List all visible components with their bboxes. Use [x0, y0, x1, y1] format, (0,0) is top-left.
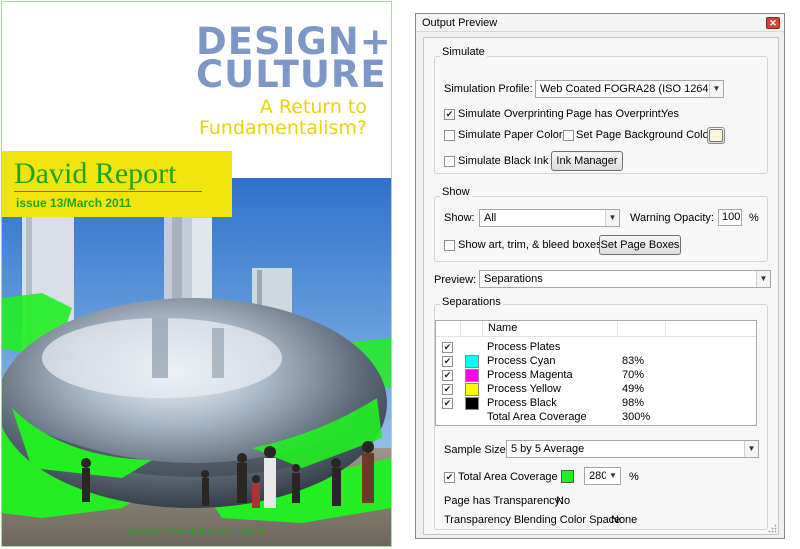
magazine-cover-preview: DESIGN+ CULTURE A Return to Fundamentali…	[1, 1, 392, 547]
coverage-limit-unit: %	[629, 471, 639, 483]
simulation-profile-value: Web Coated FOGRA28 (ISO 12647-2:2004)	[540, 83, 723, 95]
column-header-name[interactable]: Name	[483, 321, 618, 337]
resize-grip-icon[interactable]	[768, 524, 777, 533]
show-label: Show:	[444, 212, 475, 224]
dialog-content: Simulate Simulation Profile: Web Coated …	[423, 37, 779, 535]
blending-color-space-label: Transparency Blending Color Space:	[444, 514, 624, 526]
chevron-down-icon: ▼	[744, 441, 758, 457]
chevron-down-icon: ▼	[605, 210, 619, 226]
column-header-swatch[interactable]	[461, 321, 483, 337]
set-page-boxes-button[interactable]: Set Page Boxes	[599, 235, 681, 255]
screenshot-root: DESIGN+ CULTURE A Return to Fundamentali…	[0, 0, 800, 549]
simulate-paper-color-checkbox[interactable]	[444, 130, 455, 141]
page-background-swatch	[709, 129, 723, 142]
sample-size-select[interactable]: 5 by 5 Average ▼	[506, 440, 759, 458]
column-header-check[interactable]	[436, 321, 461, 337]
blending-color-space-value: None	[611, 514, 638, 526]
coverage-limit-select[interactable]: 280 ▼	[584, 467, 621, 485]
chevron-down-icon: ▼	[709, 81, 723, 97]
simulation-profile-label: Simulation Profile:	[444, 83, 533, 95]
simulate-overprinting-label: Simulate Overprinting	[458, 108, 564, 120]
separations-list: Name ✔ Process Plates ✔ Process Cyan 83%…	[435, 320, 757, 426]
color-swatch	[465, 355, 479, 368]
coverage-limit-value: 280	[589, 470, 608, 482]
total-area-coverage-checkbox[interactable]: ✔	[444, 472, 455, 483]
separation-name: Total Area Coverage	[487, 411, 587, 423]
show-boxes-label: Show art, trim, & bleed boxes	[458, 239, 602, 251]
simulate-black-ink-label: Simulate Black Ink	[458, 155, 549, 167]
separations-list-header: Name	[436, 321, 756, 337]
simulation-profile-select[interactable]: Web Coated FOGRA28 (ISO 12647-2:2004) ▼	[535, 80, 724, 98]
cover-banner-title: David Report	[14, 157, 177, 190]
separation-percent: 70%	[622, 369, 645, 381]
row-checkbox[interactable]: ✔	[442, 370, 453, 381]
preview-value: Separations	[484, 273, 543, 285]
separation-percent: 98%	[622, 397, 645, 409]
color-swatch	[465, 383, 479, 396]
column-header-percent[interactable]	[618, 321, 666, 337]
cover-title-line2: CULTURE	[196, 53, 387, 96]
sample-size-value: 5 by 5 Average	[511, 443, 585, 455]
separations-group-title: Separations	[440, 296, 503, 308]
table-row[interactable]: ✔ Process Yellow 49%	[436, 383, 756, 397]
ink-manager-button[interactable]: Ink Manager	[551, 151, 623, 171]
table-row[interactable]: ✔ Process Magenta 70%	[436, 369, 756, 383]
separation-percent: 83%	[622, 355, 645, 367]
cover-footer: YOUR PATHFINDER INTO THE FUTURE	[126, 529, 267, 536]
row-checkbox[interactable]: ✔	[442, 356, 453, 367]
page-background-color-button[interactable]	[707, 127, 725, 144]
page-has-transparency-value: No	[556, 495, 571, 507]
separation-name: Process Yellow	[487, 383, 561, 395]
page-has-overprint-value: Yes	[661, 108, 679, 120]
separation-name: Process Black	[487, 397, 557, 409]
table-row[interactable]: ✔ Process Plates	[436, 341, 756, 355]
close-icon[interactable]: ✕	[766, 17, 780, 29]
set-page-background-label: Set Page Background Color	[576, 129, 713, 141]
separation-percent: 49%	[622, 383, 645, 395]
row-checkbox[interactable]: ✔	[442, 398, 453, 409]
page-has-overprint-label: Page has Overprint:	[566, 108, 664, 120]
table-row[interactable]: Total Area Coverage 300%	[436, 411, 756, 425]
dialog-title: Output Preview	[422, 17, 498, 29]
set-page-background-checkbox[interactable]	[563, 130, 574, 141]
separation-name: Process Cyan	[487, 355, 556, 367]
chevron-down-icon: ▼	[606, 468, 620, 484]
preview-select[interactable]: Separations ▼	[479, 270, 771, 288]
color-swatch	[465, 397, 479, 410]
show-boxes-checkbox[interactable]	[444, 240, 455, 251]
simulate-group-title: Simulate	[440, 46, 487, 58]
warning-opacity-label: Warning Opacity:	[630, 212, 714, 224]
warning-opacity-unit: %	[749, 212, 759, 224]
cover-subtitle-line2: Fundamentalism?	[198, 117, 367, 139]
page-has-transparency-label: Page has Transparency:	[444, 495, 564, 507]
coverage-warning-color-button[interactable]	[561, 470, 574, 483]
cover-banner-issue: issue 13/March 2011	[16, 196, 132, 210]
simulate-black-ink-checkbox[interactable]	[444, 156, 455, 167]
simulate-overprinting-checkbox[interactable]: ✔	[444, 109, 455, 120]
sample-size-label: Sample Size:	[444, 444, 509, 456]
table-row[interactable]: ✔ Process Black 98%	[436, 397, 756, 411]
show-select[interactable]: All ▼	[479, 209, 620, 227]
cover-banner: David Report issue 13/March 2011	[2, 151, 232, 217]
color-swatch	[465, 369, 479, 382]
cover-photo-cloud-gate	[2, 178, 391, 546]
warning-opacity-input[interactable]: 100	[718, 209, 742, 226]
separation-percent: 300%	[622, 411, 651, 423]
cover-subtitle-line1: A Return to	[259, 96, 367, 118]
row-checkbox[interactable]: ✔	[442, 342, 453, 353]
dialog-titlebar[interactable]: Output Preview ✕	[416, 14, 784, 32]
preview-label: Preview:	[434, 274, 477, 286]
show-value: All	[484, 212, 497, 224]
chevron-down-icon: ▼	[756, 271, 770, 287]
cover-banner-rule	[14, 191, 202, 192]
output-preview-dialog: Output Preview ✕ Simulate Simulation Pro…	[415, 13, 785, 539]
row-checkbox[interactable]: ✔	[442, 384, 453, 395]
total-area-coverage-label: Total Area Coverage	[458, 471, 558, 483]
separation-name: Process Magenta	[487, 369, 573, 381]
show-group-title: Show	[440, 186, 472, 198]
separation-name: Process Plates	[487, 341, 561, 353]
table-row[interactable]: ✔ Process Cyan 83%	[436, 355, 756, 369]
simulate-paper-color-label: Simulate Paper Color	[458, 129, 563, 141]
